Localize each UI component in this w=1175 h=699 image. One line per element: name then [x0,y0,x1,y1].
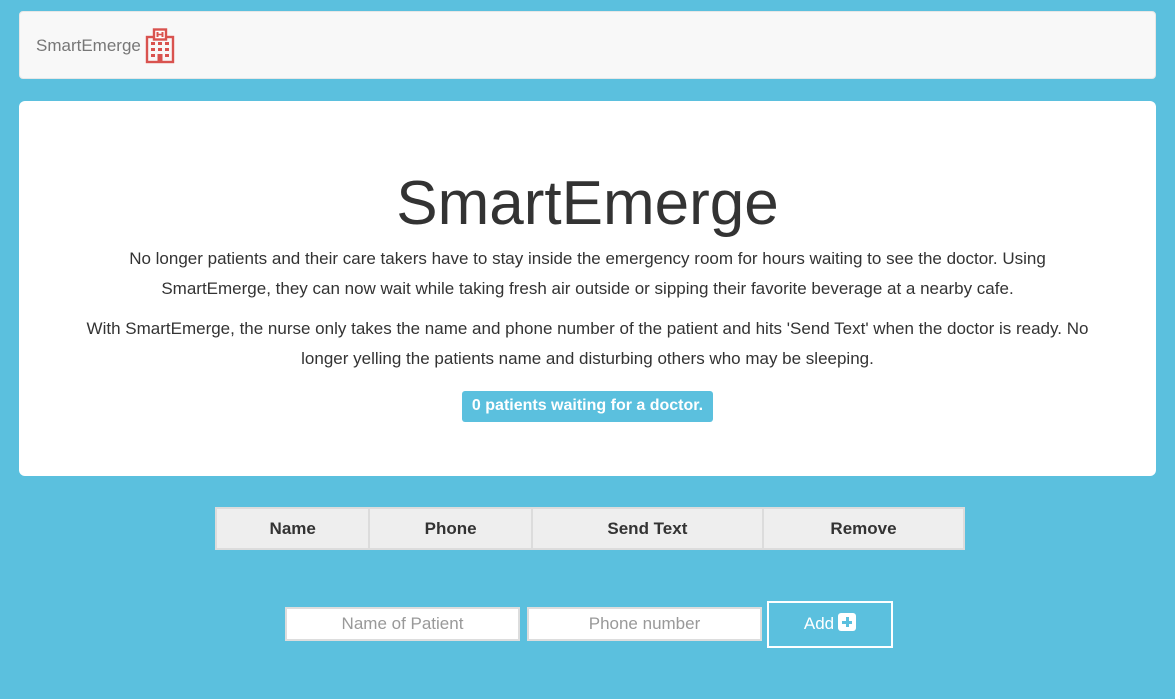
brand-link[interactable]: SmartEmerge [36,28,175,64]
add-patient-form: Add [285,601,905,649]
column-header-phone: Phone [368,507,533,550]
description-paragraph: With SmartEmerge, the nurse only takes t… [86,319,1089,368]
table-header-row: Name Phone Send Text Remove [214,507,966,550]
column-header-name: Name [214,507,371,550]
add-button-label: Add [803,614,835,633]
patients-table: Name Phone Send Text Remove [214,507,966,550]
patient-name-input[interactable] [285,607,520,641]
navbar: SmartEmerge [19,11,1156,79]
page-title: SmartEmerge [396,169,779,238]
add-patient-button[interactable]: Add [767,601,893,648]
brand-label: SmartEmerge [36,36,141,55]
jumbotron: SmartEmerge No longer patients and their… [19,101,1156,476]
column-header-remove: Remove [761,507,966,550]
plus-square-icon [838,613,857,631]
intro-paragraph: No longer patients and their care takers… [129,249,1046,298]
waiting-count-badge: 0 patients waiting for a doctor. [461,391,714,422]
phone-number-input[interactable] [527,607,762,641]
hospital-icon [145,28,175,64]
column-header-send-text: Send Text [530,507,764,550]
